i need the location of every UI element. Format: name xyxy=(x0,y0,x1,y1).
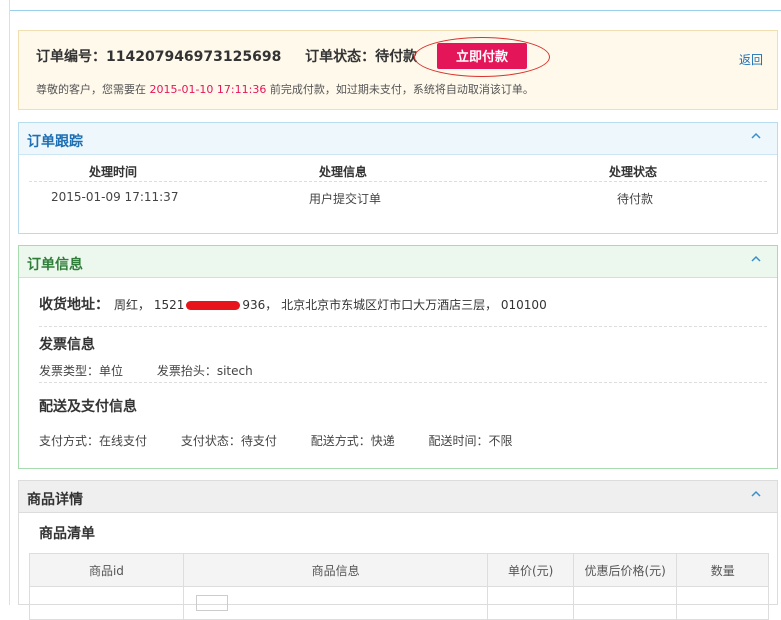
order-info-header[interactable]: 订单信息 xyxy=(19,246,777,278)
notice-text-before: 尊敬的客户，您需要在 xyxy=(36,83,150,96)
col-header: 商品信息 xyxy=(182,553,489,587)
invoice-type: 发票类型：单位 xyxy=(39,364,124,378)
address-suffix: 936， 北京北京市东城区灯市口大万酒店三层， 010100 xyxy=(242,298,547,312)
order-info-panel: 订单信息 收货地址： 周红， 1521 936， 北京北京市东城区灯市口大万酒店三… xyxy=(18,245,778,469)
order-tracking-header[interactable]: 订单跟踪 xyxy=(19,123,777,155)
pay-method: 支付方式：在线支付 xyxy=(39,434,148,448)
chevron-up-icon[interactable] xyxy=(749,252,763,266)
col-header: 优惠后价格(元) xyxy=(572,553,678,587)
col-header: 处理时间 xyxy=(89,165,138,179)
cell xyxy=(182,586,489,620)
order-no: 114207946973125698 xyxy=(106,49,282,65)
back-link[interactable]: 返回 xyxy=(739,51,763,68)
table-row xyxy=(29,586,769,620)
notice-text-after: 前完成付款，如过期未支付，系统将自动取消该订单。 xyxy=(266,83,534,96)
pay-status: 支付状态：待支付 xyxy=(180,434,277,448)
order-tracking-panel: 订单跟踪 处理时间 处理信息 处理状态 2015-01-09 17:11:37 … xyxy=(18,122,778,234)
goods-list-title: 商品清单 xyxy=(39,526,95,542)
payment-deadline: 2015-01-10 17:11:36 xyxy=(149,83,267,96)
product-thumbnail[interactable] xyxy=(195,595,228,611)
shipping-address: 收货地址： 周红， 1521 936， 北京北京市东城区灯市口大万酒店三层， 01… xyxy=(39,286,767,327)
col-header: 数量 xyxy=(676,553,769,587)
address-label: 收货地址： xyxy=(39,297,109,313)
order-no-label: 订单编号： xyxy=(36,49,106,65)
address-text: 周红， 1521 936， 北京北京市东城区灯市口大万酒店三层， 010100 xyxy=(114,296,547,313)
col-header: 单价(元) xyxy=(487,553,574,587)
address-prefix: 周红， 1521 xyxy=(114,298,185,312)
invoice-title: 发票信息 xyxy=(39,337,95,353)
chevron-up-icon[interactable] xyxy=(749,487,763,501)
cell xyxy=(572,586,678,620)
payment-notice: 尊敬的客户，您需要在 2015-01-10 17:11:36 前完成付款，如过期… xyxy=(36,81,534,97)
order-summary: 订单编号：114207946973125698 订单状态：待付款 立即付款 返回… xyxy=(18,30,778,110)
status-label: 订单状态： xyxy=(305,49,376,65)
goods-header-row: 商品id 商品信息 单价(元) 优惠后价格(元) 数量 xyxy=(29,553,769,587)
delivery-title: 配送及支付信息 xyxy=(39,399,137,415)
table-row: 2015-01-09 17:11:37 用户提交订单 待付款 xyxy=(29,182,767,206)
cell-info: 用户提交订单 xyxy=(309,192,382,206)
pay-button-highlight: 立即付款 xyxy=(414,37,550,77)
goods-detail-panel: 商品详情 商品清单 商品id 商品信息 单价(元) 优惠后价格(元) 数量 xyxy=(18,480,778,620)
panel-title: 订单跟踪 xyxy=(27,134,83,150)
tracking-table: 处理时间 处理信息 处理状态 2015-01-09 17:11:37 用户提交订… xyxy=(29,157,767,206)
goods-table: 商品id 商品信息 单价(元) 优惠后价格(元) 数量 xyxy=(29,553,769,620)
col-header: 处理信息 xyxy=(319,165,368,179)
top-divider xyxy=(10,10,781,11)
left-edge xyxy=(0,0,10,605)
goods-detail-header[interactable]: 商品详情 xyxy=(19,481,777,513)
redaction-mark xyxy=(186,301,241,310)
ship-method: 配送方式：快递 xyxy=(310,434,395,448)
tracking-header-row: 处理时间 处理信息 处理状态 xyxy=(29,157,767,182)
cell xyxy=(487,586,574,620)
invoice-header: 发票抬头：sitech xyxy=(156,364,253,378)
chevron-up-icon[interactable] xyxy=(749,129,763,143)
cell xyxy=(29,586,184,620)
delivery-info: 支付方式：在线支付 支付状态：待支付 配送方式：快递 配送时间：不限 xyxy=(39,432,543,449)
col-header: 处理状态 xyxy=(609,165,658,179)
panel-title: 商品详情 xyxy=(27,492,83,508)
cell-status: 待付款 xyxy=(617,192,654,206)
cell xyxy=(676,586,769,620)
panel-title: 订单信息 xyxy=(27,257,83,273)
pay-now-button[interactable]: 立即付款 xyxy=(437,43,527,69)
order-summary-line: 订单编号：114207946973125698 订单状态：待付款 xyxy=(36,46,417,66)
col-header: 商品id xyxy=(29,553,184,587)
ship-time: 配送时间：不限 xyxy=(428,434,513,448)
cell-time: 2015-01-09 17:11:37 xyxy=(51,190,179,204)
invoice-info: 发票类型：单位 发票抬头：sitech xyxy=(39,362,283,379)
order-status: 待付款 xyxy=(375,49,418,65)
